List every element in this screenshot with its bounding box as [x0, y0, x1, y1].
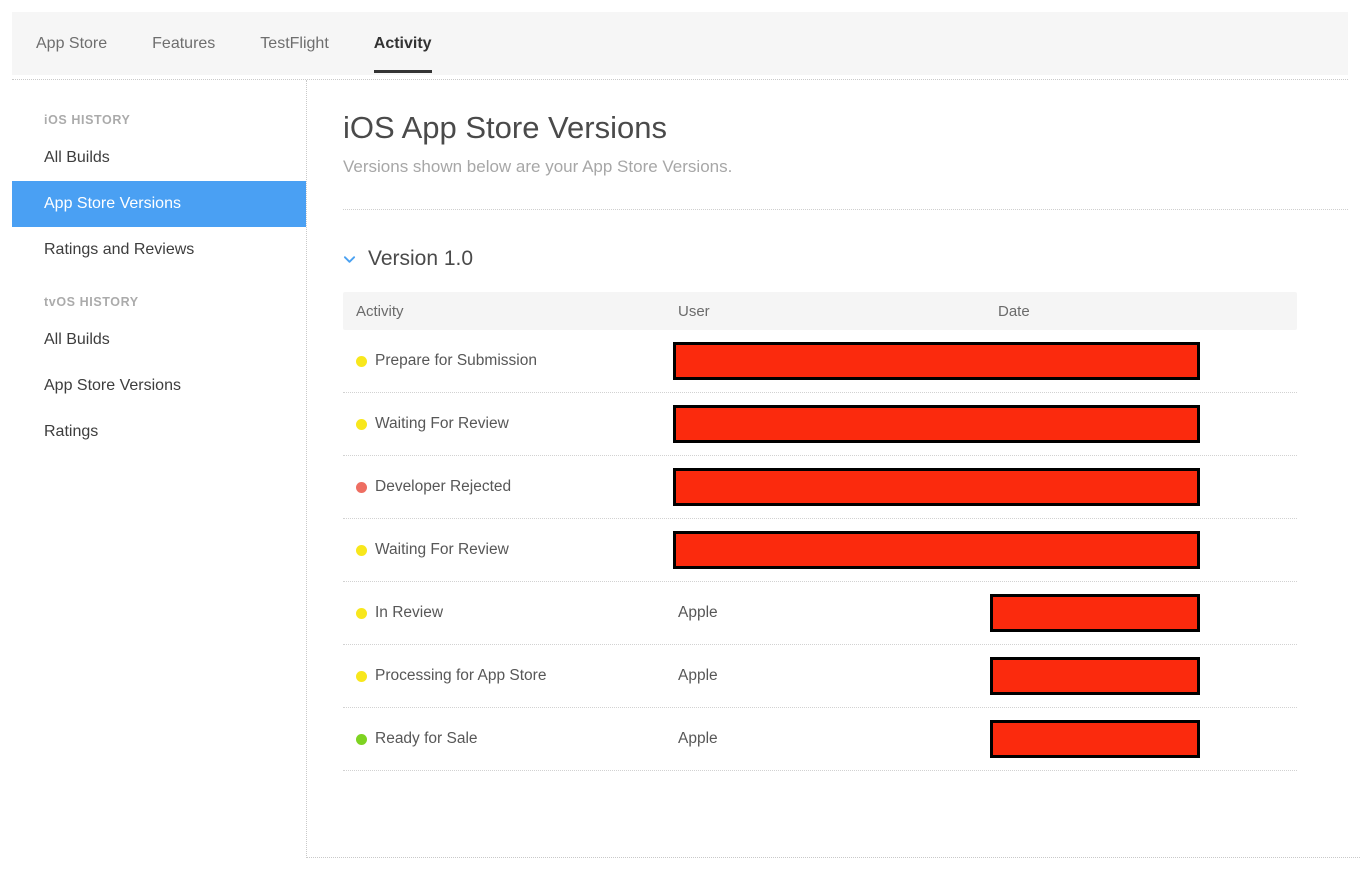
sidebar-item-tvos-app-store-versions[interactable]: App Store Versions — [12, 363, 306, 409]
column-header-activity: Activity — [343, 303, 678, 320]
sidebar-item-ratings-and-reviews[interactable]: Ratings and Reviews — [12, 227, 306, 273]
activity-label: Processing for App Store — [375, 667, 546, 685]
tab-testflight[interactable]: TestFlight — [260, 35, 328, 53]
sidebar: iOS HISTORY All Builds App Store Version… — [12, 80, 307, 858]
user-label: Apple — [678, 730, 998, 748]
status-dot — [356, 419, 367, 430]
sidebar-header-tvos-history: tvOS HISTORY — [12, 295, 306, 309]
activity-table: Activity User Date Prepare for Submissio… — [343, 292, 1297, 771]
sidebar-item-tvos-ratings[interactable]: Ratings — [12, 409, 306, 455]
redacted-date — [990, 594, 1200, 632]
redacted-user-date — [673, 531, 1200, 569]
status-dot — [356, 545, 367, 556]
column-header-date: Date — [998, 303, 1297, 320]
version-section-toggle[interactable]: Version 1.0 — [343, 247, 1348, 271]
user-label: Apple — [678, 604, 998, 622]
sidebar-item-app-store-versions[interactable]: App Store Versions — [12, 181, 306, 227]
status-dot — [356, 608, 367, 619]
top-navigation: App Store Features TestFlight Activity — [12, 12, 1348, 80]
active-tab-underline — [374, 70, 432, 73]
content-panel: iOS App Store Versions Versions shown be… — [307, 80, 1360, 858]
version-section-label: Version 1.0 — [368, 247, 473, 271]
tab-bar: App Store Features TestFlight Activity — [12, 12, 1348, 75]
status-dot — [356, 482, 367, 493]
table-row: Ready for Sale Apple — [343, 708, 1297, 771]
redacted-user-date — [673, 468, 1200, 506]
table-row: Processing for App Store Apple — [343, 645, 1297, 708]
table-row: Waiting For Review — [343, 393, 1297, 456]
sidebar-section-ios-history: iOS HISTORY All Builds App Store Version… — [12, 113, 306, 273]
status-dot — [356, 671, 367, 682]
table-header-row: Activity User Date — [343, 292, 1297, 330]
user-label: Apple — [678, 667, 998, 685]
activity-label: Waiting For Review — [375, 415, 509, 433]
redacted-date — [990, 720, 1200, 758]
table-row: Waiting For Review — [343, 519, 1297, 582]
column-header-user: User — [678, 303, 998, 320]
tab-activity-label: Activity — [374, 35, 432, 52]
sidebar-item-tvos-all-builds[interactable]: All Builds — [12, 317, 306, 363]
status-dot — [356, 356, 367, 367]
activity-label: Ready for Sale — [375, 730, 478, 748]
page-subtitle: Versions shown below are your App Store … — [343, 157, 1348, 177]
table-row: Developer Rejected — [343, 456, 1297, 519]
sidebar-header-ios-history: iOS HISTORY — [12, 113, 306, 127]
activity-label: Waiting For Review — [375, 541, 509, 559]
sidebar-section-tvos-history: tvOS HISTORY All Builds App Store Versio… — [12, 295, 306, 455]
redacted-date — [990, 657, 1200, 695]
redacted-user-date — [673, 405, 1200, 443]
chevron-down-icon — [343, 253, 356, 266]
status-dot — [356, 734, 367, 745]
page-title: iOS App Store Versions — [343, 110, 1348, 146]
table-row: In Review Apple — [343, 582, 1297, 645]
activity-label: Developer Rejected — [375, 478, 511, 496]
activity-label: Prepare for Submission — [375, 352, 537, 370]
content-divider — [343, 209, 1348, 210]
redacted-user-date — [673, 342, 1200, 380]
main-area: iOS HISTORY All Builds App Store Version… — [0, 80, 1360, 858]
table-row: Prepare for Submission — [343, 330, 1297, 393]
sidebar-item-all-builds[interactable]: All Builds — [12, 135, 306, 181]
tab-features[interactable]: Features — [152, 35, 215, 53]
tab-activity[interactable]: Activity — [374, 35, 432, 53]
tab-app-store[interactable]: App Store — [36, 35, 107, 53]
activity-label: In Review — [375, 604, 443, 622]
